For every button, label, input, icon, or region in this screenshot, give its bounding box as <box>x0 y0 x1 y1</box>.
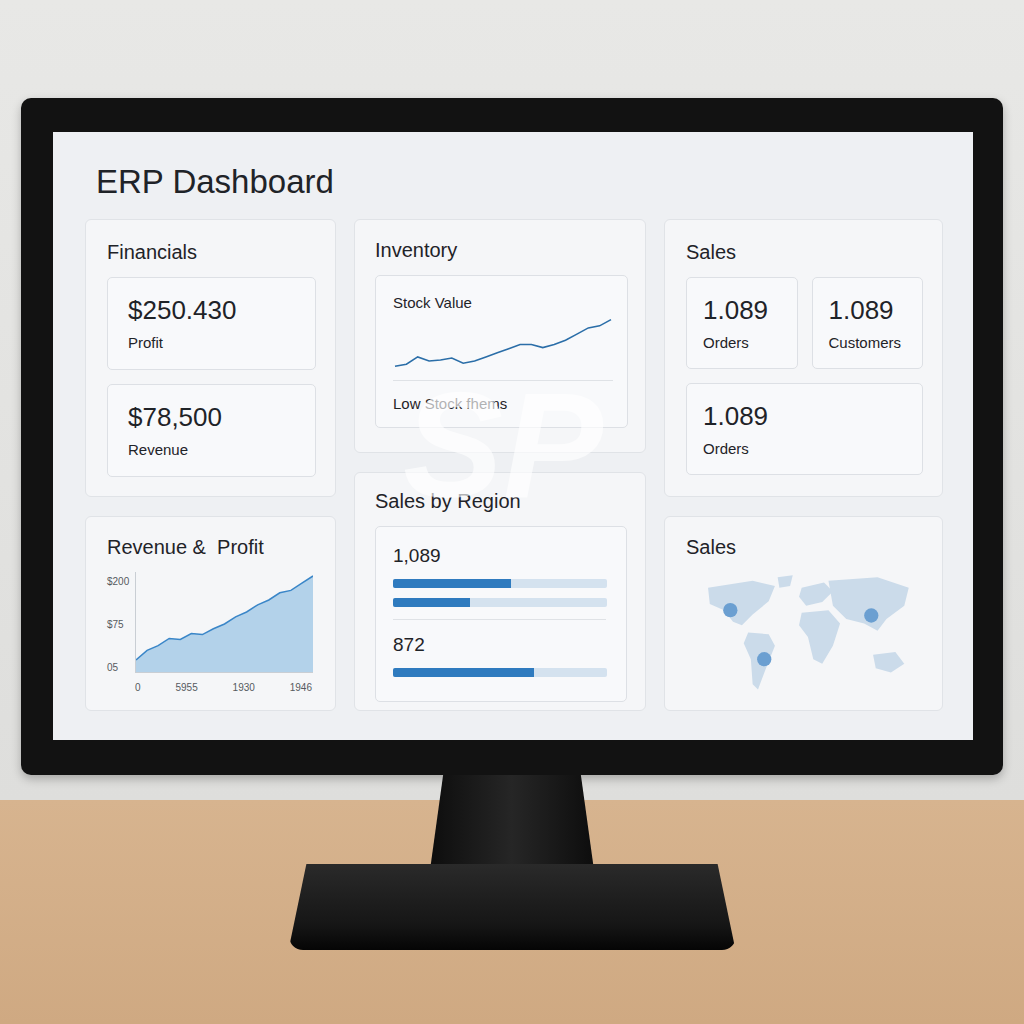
x-tick: 1946 <box>290 682 312 694</box>
monitor-stand-base <box>289 864 736 950</box>
region-value: 1,089 <box>393 545 606 567</box>
area-line <box>136 576 313 660</box>
metric-label: Profit <box>128 334 301 352</box>
metric-label: Revenue <box>128 441 301 459</box>
region-row[interactable]: 872 <box>393 634 606 677</box>
y-tick: 05 <box>107 662 135 674</box>
divider <box>393 619 606 620</box>
metric-box[interactable]: 1.089 Customers <box>812 277 924 369</box>
financials-card: Financials $250.430 Profit $78,500 Revenue <box>85 219 336 497</box>
card-title: Financials <box>107 240 316 264</box>
metric-label: Orders <box>703 440 912 458</box>
region-bar <box>393 579 607 588</box>
sales-by-region-card: Sales by Region 1,089 872 <box>354 472 646 711</box>
dashboard-title: ERP Dashboard <box>96 162 943 202</box>
region-row[interactable]: 1,089 <box>393 545 606 607</box>
monitor: ERP Dashboard Financials $250.430 Profit $78… <box>21 98 1003 775</box>
region-bar <box>393 668 607 677</box>
metric-box[interactable]: $78,500 Revenue <box>107 384 316 477</box>
map-pin[interactable] <box>864 608 878 622</box>
region-bar-fill <box>393 668 534 677</box>
stock-value-panel[interactable]: Stock Value Low Stock fhems <box>375 275 628 428</box>
card-title: Revenue & Profit <box>107 535 316 559</box>
desk-scene: ERP Dashboard Financials $250.430 Profit $78… <box>0 0 1024 1024</box>
revenue-chart: $200 $75 050 5955 1930 1946 <box>107 572 316 694</box>
card-title: Inventory <box>375 238 628 262</box>
metric-label: Orders <box>703 334 787 352</box>
screen: ERP Dashboard Financials $250.430 Profit $78… <box>53 132 973 740</box>
region-panel: 1,089 872 <box>375 526 627 702</box>
metric-box[interactable]: 1.089 Orders <box>686 383 923 475</box>
metric-label: Customers <box>829 334 913 352</box>
metric-value: 1.089 <box>703 294 787 326</box>
world-map[interactable] <box>686 570 929 694</box>
x-tick: 5955 <box>175 682 197 694</box>
map-pin[interactable] <box>757 652 771 666</box>
map-pin[interactable] <box>723 603 737 617</box>
metric-value: $250.430 <box>128 294 301 326</box>
sales-card: Sales 1.089 Orders 1.089 Customers 1.089 Order… <box>664 219 943 497</box>
card-title: Sales <box>686 535 923 559</box>
monitor-stand-neck <box>430 775 594 870</box>
low-stock-label: Low Stock fhems <box>393 395 613 413</box>
y-tick: $75 <box>107 619 135 631</box>
watermark: SP <box>403 360 603 530</box>
card-title: Sales <box>686 240 923 264</box>
region-value: 872 <box>393 634 606 656</box>
metric-value: 1.089 <box>703 400 912 432</box>
sales-map-card: Sales <box>664 516 943 711</box>
y-tick: $200 <box>107 576 135 588</box>
divider <box>393 380 613 381</box>
area-fill <box>136 576 313 672</box>
metric-value: 1.089 <box>829 294 913 326</box>
metric-value: $78,500 <box>128 401 301 433</box>
x-tick: 1930 <box>233 682 255 694</box>
x-tick: 0 <box>135 682 141 694</box>
region-bar-fill <box>393 579 511 588</box>
inventory-card: Inventory Stock Value Low Stock fhems <box>354 219 646 453</box>
metric-box[interactable]: $250.430 Profit <box>107 277 316 370</box>
revenue-profit-card: Revenue & Profit $200 $75 050 5955 1930 1946 <box>85 516 336 711</box>
stock-sparkline <box>393 314 613 370</box>
dashboard-grid: Financials $250.430 Profit $78,500 Revenue Re… <box>85 219 943 711</box>
card-title: Sales by Region <box>375 489 627 513</box>
metric-box[interactable]: 1.089 Orders <box>686 277 798 369</box>
region-bar <box>393 598 607 607</box>
region-bar-fill <box>393 598 470 607</box>
area-chart <box>135 572 313 673</box>
chart-title: Stock Value <box>393 294 613 312</box>
